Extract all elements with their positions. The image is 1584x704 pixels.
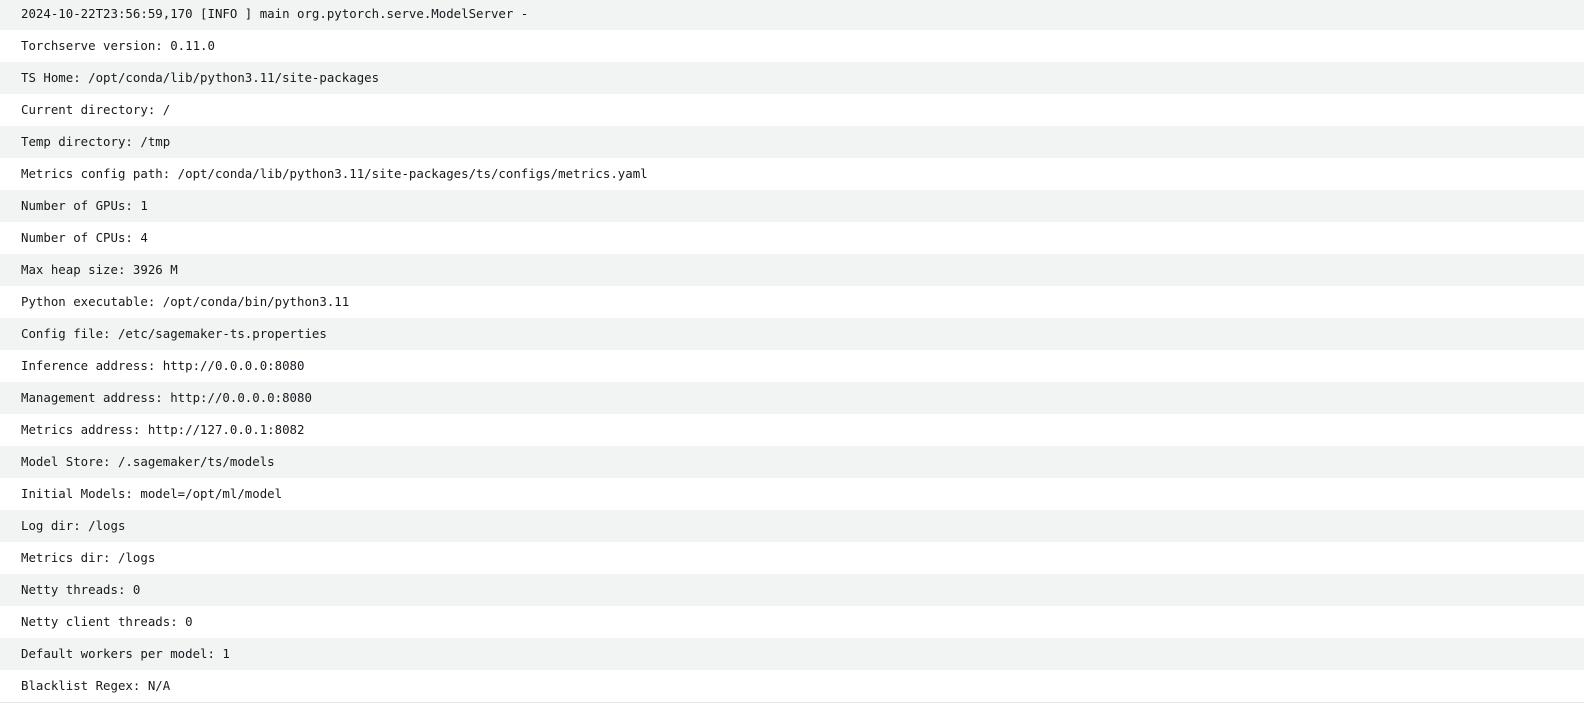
log-line: Python executable: /opt/conda/bin/python… — [0, 286, 1584, 318]
log-line: 2024-10-22T23:56:59,170 [INFO ] main org… — [0, 0, 1584, 30]
log-line: Model Store: /.sagemaker/ts/models — [0, 446, 1584, 478]
divider — [0, 702, 1584, 703]
log-line: Metrics dir: /logs — [0, 542, 1584, 574]
log-line: Metrics address: http://127.0.0.1:8082 — [0, 414, 1584, 446]
log-line: Management address: http://0.0.0.0:8080 — [0, 382, 1584, 414]
log-line: Current directory: / — [0, 94, 1584, 126]
log-view: 2024-10-22T23:56:59,170 [INFO ] main org… — [0, 0, 1584, 702]
log-line: Temp directory: /tmp — [0, 126, 1584, 158]
log-line: Metrics config path: /opt/conda/lib/pyth… — [0, 158, 1584, 190]
log-line: Default workers per model: 1 — [0, 638, 1584, 670]
log-line: Netty client threads: 0 — [0, 606, 1584, 638]
log-line: Inference address: http://0.0.0.0:8080 — [0, 350, 1584, 382]
log-line: Max heap size: 3926 M — [0, 254, 1584, 286]
log-line: Number of CPUs: 4 — [0, 222, 1584, 254]
log-line: Initial Models: model=/opt/ml/model — [0, 478, 1584, 510]
log-line: TS Home: /opt/conda/lib/python3.11/site-… — [0, 62, 1584, 94]
log-line: Number of GPUs: 1 — [0, 190, 1584, 222]
log-line: Blacklist Regex: N/A — [0, 670, 1584, 702]
log-line: Torchserve version: 0.11.0 — [0, 30, 1584, 62]
log-line: Config file: /etc/sagemaker-ts.propertie… — [0, 318, 1584, 350]
log-line: Log dir: /logs — [0, 510, 1584, 542]
log-line: Netty threads: 0 — [0, 574, 1584, 606]
